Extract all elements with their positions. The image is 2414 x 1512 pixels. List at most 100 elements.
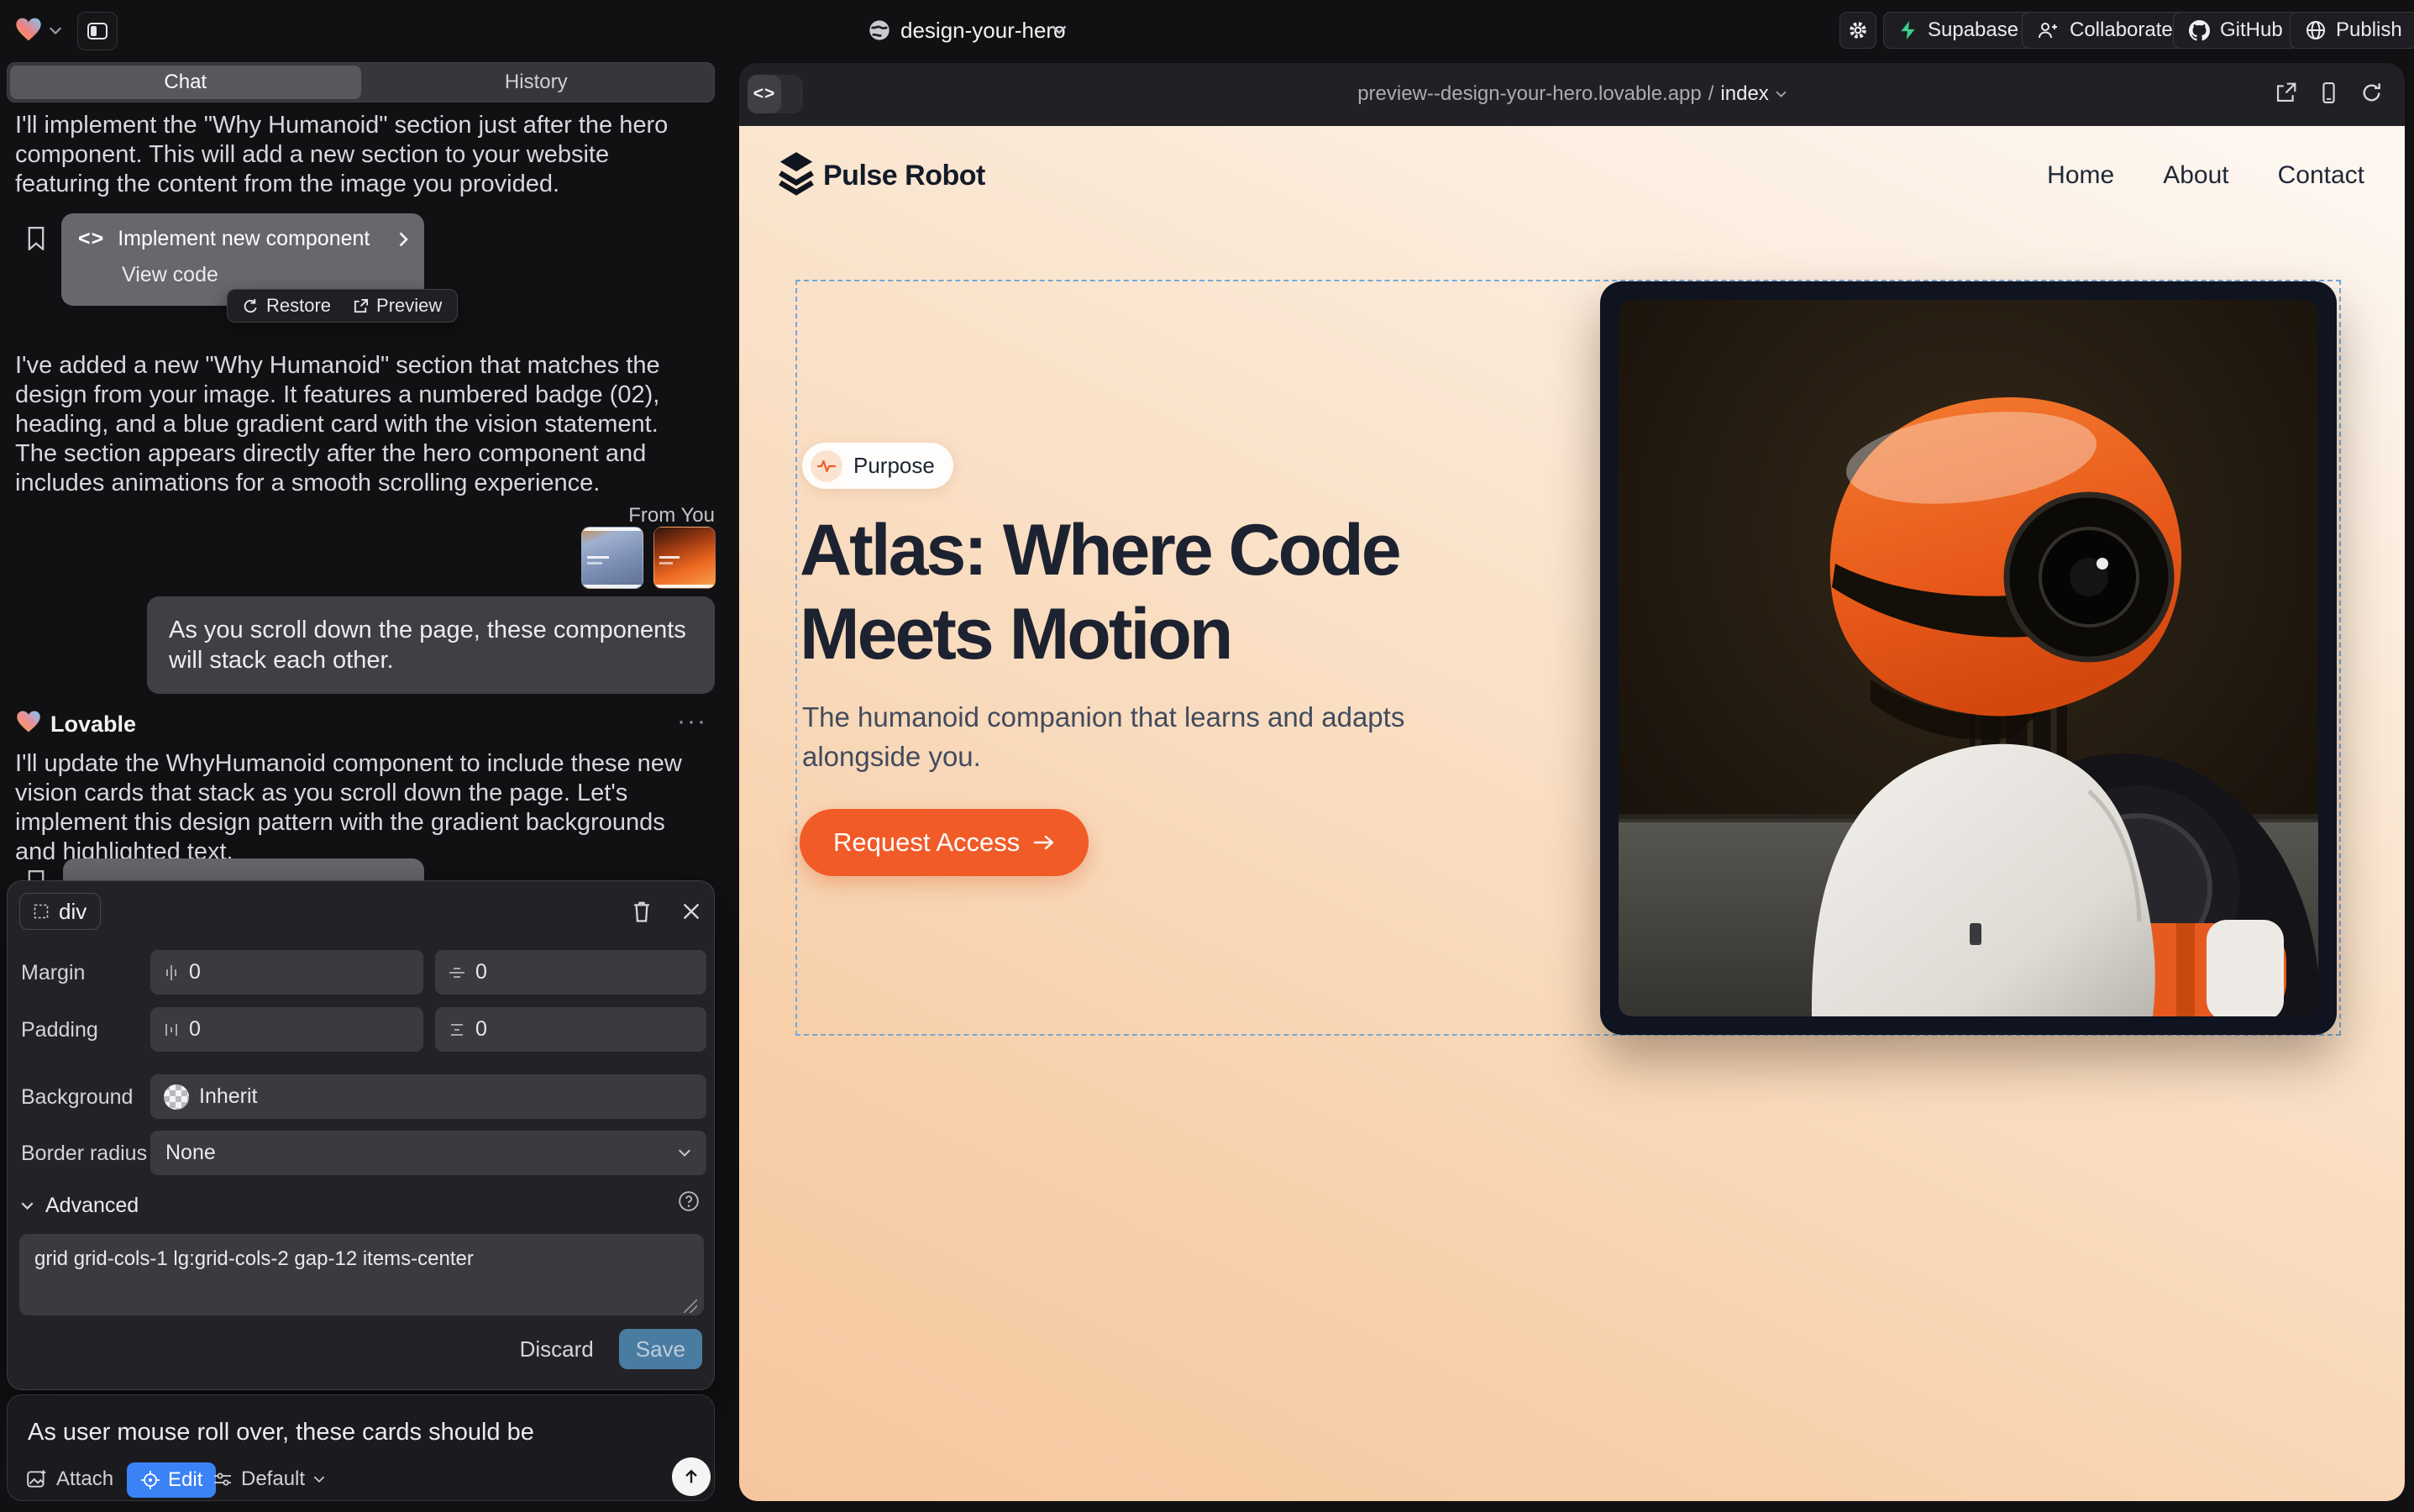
chat-input-box[interactable]: As user mouse roll over, these cards sho… — [7, 1394, 715, 1501]
preview-label: Preview — [376, 295, 442, 317]
component-card-title: Implement new component — [118, 227, 386, 251]
trash-icon — [631, 900, 653, 923]
mode-label: Default — [241, 1467, 305, 1491]
github-label: GitHub — [2220, 18, 2283, 42]
close-panel-button[interactable] — [681, 901, 701, 921]
sidebar-toggle-button[interactable] — [77, 12, 118, 50]
code-preview-toggle[interactable]: <> — [748, 75, 803, 113]
chat-mode-select[interactable]: Default — [213, 1467, 325, 1491]
edit-mode-button[interactable]: Edit — [127, 1462, 216, 1498]
element-inspector-panel: div Margin 0 0 Padding 0 — [7, 880, 715, 1390]
selected-element-chip[interactable]: div — [19, 893, 101, 930]
delete-element-button[interactable] — [631, 900, 653, 923]
tab-chat[interactable]: Chat — [10, 66, 361, 99]
site-brand[interactable]: Pulse Robot — [823, 160, 985, 192]
attach-button[interactable]: Attach — [26, 1467, 113, 1491]
message-more-button[interactable]: ··· — [677, 707, 707, 736]
sidebar-toggle-icon — [87, 23, 108, 39]
project-chevron-down-icon[interactable] — [1052, 25, 1067, 35]
edit-label: Edit — [168, 1468, 202, 1492]
nav-home[interactable]: Home — [2047, 161, 2114, 190]
close-icon — [681, 901, 701, 921]
margin-y-input[interactable]: 0 — [435, 950, 706, 995]
sliders-icon — [213, 1470, 233, 1488]
advanced-help-button[interactable] — [678, 1190, 700, 1212]
arrow-right-icon — [1033, 834, 1055, 851]
padding-x-input[interactable]: 0 — [150, 1007, 423, 1052]
code-toggle-icon: <> — [753, 84, 776, 104]
tab-history[interactable]: History — [361, 66, 712, 99]
site-nav: Home About Contact — [2047, 161, 2364, 190]
hero-heading: Atlas: Where Code Meets Motion — [800, 508, 1399, 676]
margin-x-input[interactable]: 0 — [150, 950, 423, 995]
hero-heading-line2: Meets Motion — [800, 592, 1399, 676]
nav-contact[interactable]: Contact — [2278, 161, 2364, 190]
lovable-avatar-heart-icon — [16, 710, 41, 733]
border-radius-select[interactable]: None — [150, 1131, 706, 1175]
preview-button[interactable]: Preview — [353, 295, 442, 317]
user-message-bubble: As you scroll down the page, these compo… — [147, 596, 715, 694]
logo-chevron-down-icon[interactable] — [49, 27, 62, 35]
refresh-icon[interactable] — [2360, 81, 2383, 104]
github-button[interactable]: GitHub — [2173, 12, 2299, 49]
target-icon — [140, 1470, 160, 1490]
restore-icon — [243, 298, 259, 314]
preview-path[interactable]: index — [1720, 82, 1768, 106]
help-icon — [678, 1190, 700, 1212]
advanced-label: Advanced — [45, 1194, 139, 1218]
gear-icon — [1848, 20, 1868, 40]
background-input[interactable]: Inherit — [150, 1074, 706, 1119]
textarea-resize-handle[interactable] — [684, 1299, 697, 1313]
padding-y-value: 0 — [475, 1017, 487, 1042]
url-divider: / — [1708, 82, 1714, 106]
nav-about[interactable]: About — [2163, 161, 2228, 190]
pulse-robot-logo-icon[interactable] — [777, 150, 816, 197]
dashed-box-icon — [34, 904, 49, 919]
open-in-new-tab-icon[interactable] — [2275, 81, 2297, 104]
collaborate-label: Collaborate — [2070, 18, 2173, 42]
send-button[interactable] — [672, 1457, 711, 1496]
discard-button[interactable]: Discard — [520, 1336, 594, 1362]
margin-x-icon — [164, 964, 179, 981]
chat-input-text[interactable]: As user mouse roll over, these cards sho… — [28, 1419, 534, 1446]
attachment-thumbnail-1[interactable] — [581, 527, 643, 589]
attachment-thumbnail-2[interactable] — [653, 527, 716, 589]
selected-element-tag: div — [59, 899, 87, 925]
bookmark-icon[interactable] — [27, 227, 45, 250]
publish-button[interactable]: Publish — [2290, 12, 2414, 49]
inspector-footer: Discard Save — [520, 1329, 702, 1369]
mobile-view-icon[interactable] — [2317, 81, 2340, 104]
request-access-label: Request Access — [833, 827, 1020, 858]
advanced-classes-textarea[interactable]: grid grid-cols-1 lg:grid-cols-2 gap-12 i… — [19, 1234, 704, 1315]
padding-x-value: 0 — [189, 1017, 201, 1042]
advanced-section-toggle[interactable]: Advanced — [21, 1194, 139, 1218]
padding-x-icon — [164, 1021, 179, 1038]
supabase-icon — [1899, 20, 1918, 40]
settings-button[interactable] — [1839, 12, 1876, 49]
assistant-name: Lovable — [50, 711, 136, 738]
hero-subheading: The humanoid companion that learns and a… — [802, 697, 1441, 776]
website-canvas: Pulse Robot Home About Contact Purpose A… — [739, 126, 2405, 1501]
collaborate-button[interactable]: Collaborate — [2022, 12, 2189, 49]
preview-url[interactable]: preview--design-your-hero.lovable.app — [1357, 82, 1702, 106]
purpose-badge: Purpose — [802, 443, 953, 489]
request-access-button[interactable]: Request Access — [800, 809, 1089, 876]
mode-chevron-down-icon — [313, 1476, 325, 1483]
arrow-up-icon — [682, 1467, 701, 1486]
app-window: design-your-hero Supabase Collaborate Gi… — [0, 0, 2414, 1512]
supabase-button[interactable]: Supabase — [1883, 12, 2034, 49]
save-button[interactable]: Save — [619, 1329, 702, 1369]
border-radius-value: None — [165, 1141, 678, 1165]
preview-toolbar-icons — [2275, 81, 2383, 104]
pulse-icon — [811, 450, 842, 482]
restore-button[interactable]: Restore — [243, 295, 331, 317]
code-icon: <> — [78, 227, 104, 251]
project-name[interactable]: design-your-hero — [900, 18, 1066, 44]
padding-label: Padding — [21, 1018, 98, 1042]
github-icon — [2189, 20, 2210, 41]
color-swatch — [164, 1084, 189, 1110]
padding-y-input[interactable]: 0 — [435, 1007, 706, 1052]
external-link-icon — [353, 298, 369, 314]
lovable-logo-icon[interactable] — [15, 17, 42, 42]
background-label: Background — [21, 1085, 133, 1110]
